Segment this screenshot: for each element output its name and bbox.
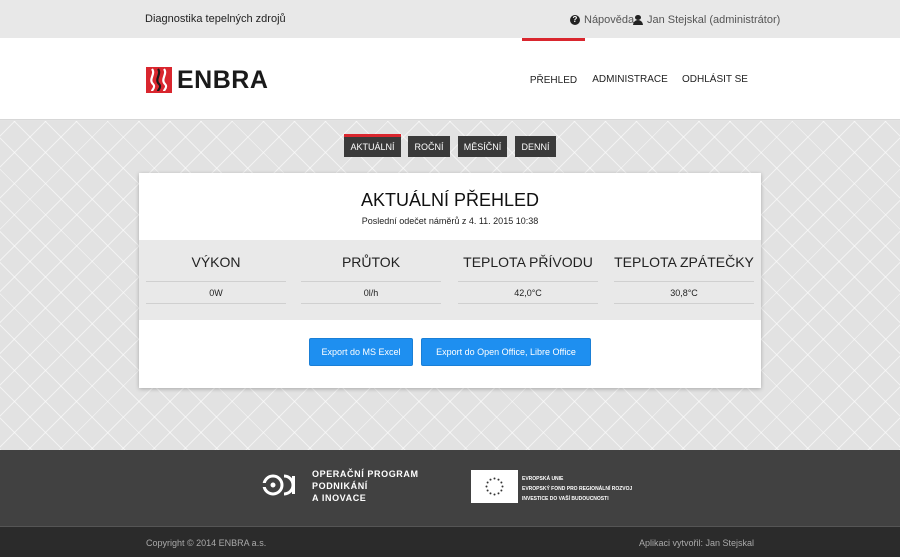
metric-label: PRŮTOK: [341, 254, 401, 270]
divider: [146, 281, 286, 282]
export-openoffice-button[interactable]: Export do Open Office, Libre Office: [421, 338, 591, 366]
nav-overview[interactable]: PŘEHLED: [522, 38, 585, 120]
metric-label: TEPLOTA ZPÁTEČKY: [614, 254, 754, 270]
metric-value: 0l/h: [363, 288, 379, 298]
help-link[interactable]: ? Nápověda: [570, 14, 634, 26]
card-title: AKTUÁLNÍ PŘEHLED: [360, 190, 540, 210]
divider: [458, 281, 598, 282]
divider: [301, 303, 441, 304]
divider: [458, 303, 598, 304]
nav-administration[interactable]: ADMINISTRACE: [592, 38, 668, 120]
eu-text: EVROPSKÁ UNIE EVROPSKÝ FOND PRO REGIONÁL…: [522, 474, 632, 504]
logo-text: ENBRA: [177, 66, 269, 94]
header: ENBRA PŘEHLED ADMINISTRACE ODHLÁSIT SE: [0, 38, 900, 120]
divider: [614, 303, 754, 304]
enbra-logo-mark: [146, 67, 172, 93]
metric-value: 30,8°C: [670, 288, 698, 298]
footer: OPERAČNÍ PROGRAM PODNIKÁNÍ A INOVACE EVR…: [0, 450, 900, 526]
op-line: A INOVACE: [312, 493, 367, 503]
enbra-logo[interactable]: ENBRA: [146, 67, 268, 93]
metrics-panel: VÝKON 0W PRŮTOK 0l/h TEPLOTA PŘÍVODU 42,…: [139, 240, 761, 320]
op-logo: [262, 474, 295, 496]
site-name: Diagnostika tepelných zdrojů: [145, 13, 286, 25]
eu-line: INVESTICE DO VAŠÍ BUDOUCNOSTI: [522, 496, 609, 502]
op-program-text: OPERAČNÍ PROGRAM PODNIKÁNÍ A INOVACE: [312, 468, 419, 504]
bottom-bar: Copyright © 2014 ENBRA a.s. Aplikaci vyt…: [0, 526, 900, 557]
tab-yearly[interactable]: ROČNÍ: [408, 136, 450, 157]
last-reading-text: Poslední odečet náměrů z 4. 11. 2015 10:…: [361, 216, 539, 226]
divider: [301, 281, 441, 282]
divider: [146, 303, 286, 304]
export-excel-button[interactable]: Export do MS Excel: [309, 338, 413, 366]
metric-value: 0W: [209, 288, 223, 298]
tab-daily[interactable]: DENNÍ: [515, 136, 556, 157]
nav-logout[interactable]: ODHLÁSIT SE: [680, 38, 750, 120]
metric-return-temperature: TEPLOTA ZPÁTEČKY 30,8°C: [614, 240, 754, 320]
user-label: Jan Stejskal (administrátor): [647, 14, 781, 26]
op-line: OPERAČNÍ PROGRAM: [312, 469, 419, 479]
eu-line: EVROPSKÁ UNIE: [522, 476, 564, 482]
tab-current[interactable]: AKTUÁLNÍ: [344, 134, 401, 157]
metric-supply-temperature: TEPLOTA PŘÍVODU 42,0°C: [458, 240, 598, 320]
help-label: Nápověda: [584, 14, 635, 26]
metric-power: VÝKON 0W: [146, 240, 286, 320]
user-link[interactable]: Jan Stejskal (administrátor): [633, 14, 780, 26]
help-icon: ?: [570, 15, 580, 25]
overview-card: AKTUÁLNÍ PŘEHLED Poslední odečet náměrů …: [139, 173, 761, 388]
tab-monthly[interactable]: MĚSÍČNÍ: [458, 136, 507, 157]
top-bar: Diagnostika tepelných zdrojů ? Nápověda …: [0, 0, 900, 38]
author-text: Aplikaci vytvořil: Jan Stejskal: [638, 538, 754, 548]
eu-line: EVROPSKÝ FOND PRO REGIONÁLNÍ ROZVOJ: [522, 486, 633, 492]
op-line: PODNIKÁNÍ: [312, 481, 368, 491]
metric-value: 42,0°C: [514, 288, 542, 298]
metric-flow: PRŮTOK 0l/h: [301, 240, 441, 320]
divider: [614, 281, 754, 282]
user-icon: [633, 15, 643, 25]
metric-label: VÝKON: [191, 254, 241, 270]
copyright-text: Copyright © 2014 ENBRA a.s.: [146, 538, 267, 548]
metric-label: TEPLOTA PŘÍVODU: [463, 254, 593, 270]
eu-flag-icon: [471, 470, 518, 503]
